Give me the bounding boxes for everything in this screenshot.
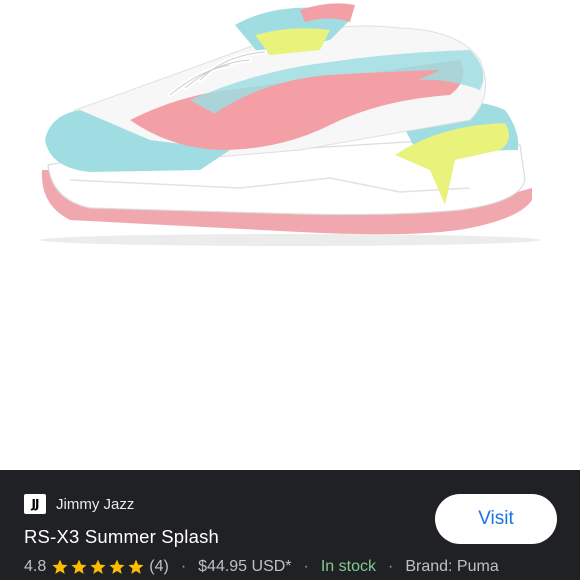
rating-stars [51,558,145,576]
rating-value: 4.8 [24,558,47,575]
merchant-logo: JJ [24,494,46,514]
separator: · [303,558,309,575]
product-image[interactable] [0,0,580,470]
separator: · [388,558,394,575]
screen: JJ Jimmy Jazz RS-X3 Summer Splash 4.8 (4… [0,0,580,580]
product-meta-row: 4.8 (4) · $44.95 USD* · In stock · Brand… [24,558,499,576]
availability-status: In stock [320,558,376,575]
merchant-name: Jimmy Jazz [56,495,135,513]
visit-button[interactable]: Visit [435,494,557,544]
merchant[interactable]: JJ Jimmy Jazz [24,494,134,514]
separator: · [180,558,187,575]
star-icon [109,559,125,574]
sneaker-illustration [40,3,540,246]
price: $44.95 USD* [198,558,292,575]
star-icon [90,559,106,574]
star-icon [128,559,144,574]
product-title[interactable]: RS-X3 Summer Splash [24,526,219,548]
review-count[interactable]: (4) [149,558,169,576]
brand: Brand: Puma [405,558,499,575]
star-icon [52,559,68,574]
star-icon [71,559,87,574]
